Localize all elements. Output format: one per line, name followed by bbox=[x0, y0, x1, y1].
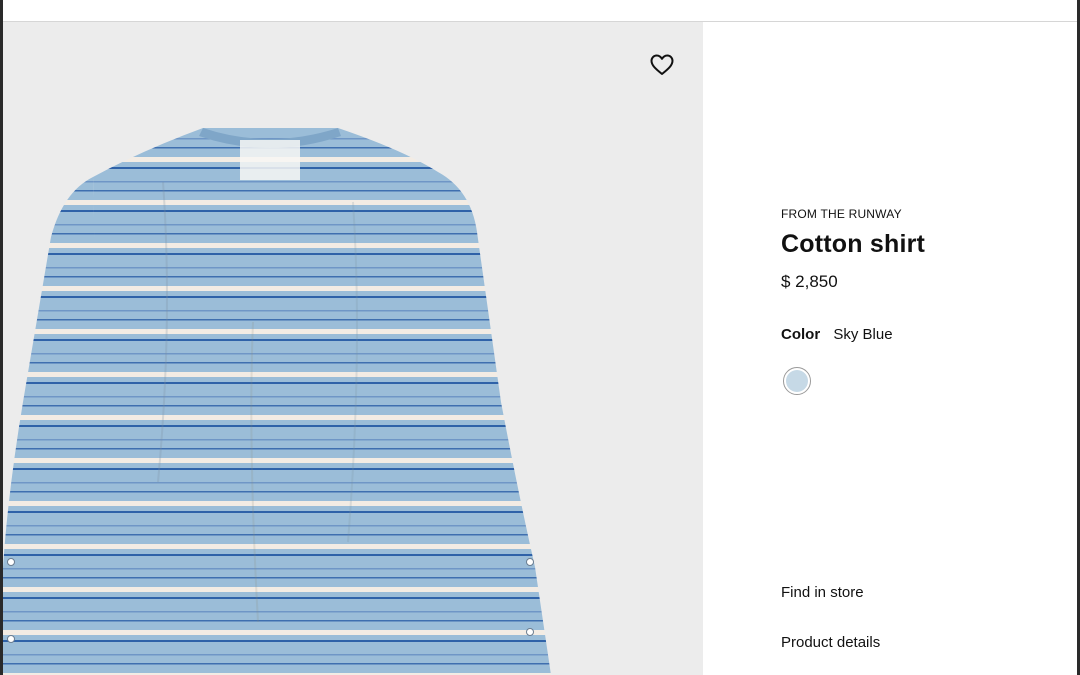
product-image bbox=[3, 128, 551, 675]
wishlist-button[interactable] bbox=[647, 50, 677, 80]
find-in-store-link[interactable]: Find in store bbox=[781, 584, 864, 601]
product-title: Cotton shirt bbox=[781, 230, 926, 258]
top-header-bar bbox=[3, 0, 1077, 22]
heart-icon bbox=[650, 54, 674, 75]
color-label: Color bbox=[781, 326, 821, 343]
product-eyebrow: FROM THE RUNWAY bbox=[781, 207, 902, 221]
color-row: Color Sky Blue bbox=[781, 326, 893, 343]
product-price: $ 2,850 bbox=[781, 272, 838, 291]
color-swatch-sky-blue[interactable] bbox=[783, 367, 811, 395]
product-details-link[interactable]: Product details bbox=[781, 634, 880, 651]
color-value: Sky Blue bbox=[833, 326, 893, 343]
product-info-panel: FROM THE RUNWAY Cotton shirt $ 2,850 Col… bbox=[703, 22, 1077, 675]
product-image-gallery[interactable] bbox=[3, 22, 703, 675]
color-swatch-fill bbox=[786, 370, 808, 392]
